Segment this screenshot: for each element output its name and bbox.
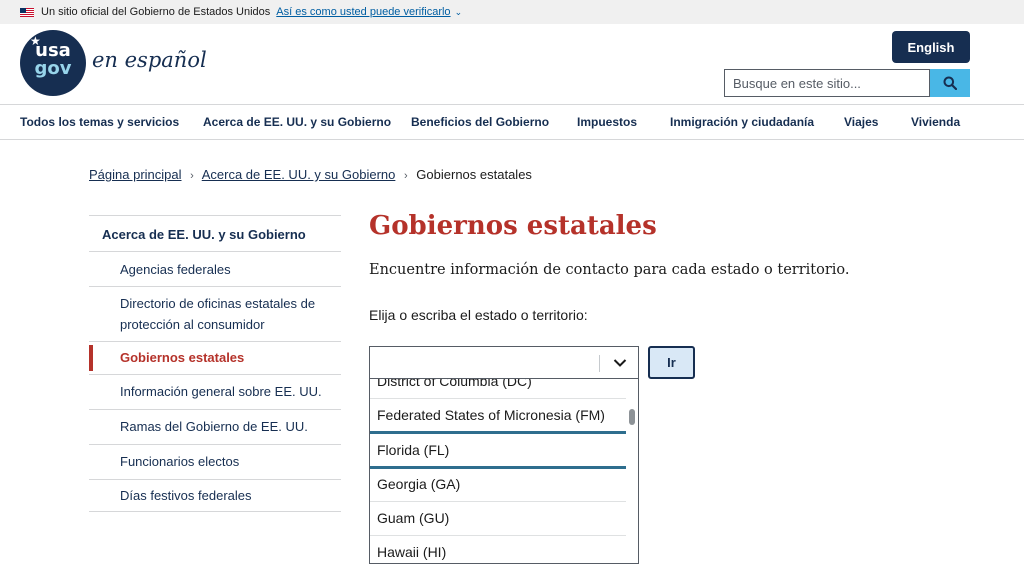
nav-item-inmigracion[interactable]: Inmigración y ciudadanía — [670, 115, 814, 129]
state-listbox[interactable]: District of Columbia (DC) Federated Stat… — [369, 379, 639, 564]
logo-line-gov: gov — [34, 58, 72, 79]
breadcrumb-link-acerca[interactable]: Acerca de EE. UU. y su Gobierno — [202, 167, 396, 182]
option-label: Hawaii (HI) — [377, 544, 447, 560]
sidenav-item-funcionarios[interactable]: Funcionarios electos — [89, 445, 341, 480]
list-item[interactable]: District of Columbia (DC) — [370, 379, 626, 399]
sidenav-item-agencias[interactable]: Agencias federales — [89, 252, 341, 287]
breadcrumb-link-home[interactable]: Página principal — [89, 167, 182, 182]
chevron-down-icon[interactable] — [613, 357, 627, 369]
sidenav-item-label: Directorio de oficinas estatales de — [120, 296, 316, 311]
sidenav-item-label: protección al consumidor — [120, 317, 265, 332]
option-label: Georgia (GA) — [377, 476, 461, 492]
sidenav-item-directorio[interactable]: Directorio de oficinas estatales de prot… — [89, 287, 341, 342]
sidenav-item-label: Funcionarios electos — [120, 454, 240, 469]
sidenav-item-label: Agencias federales — [120, 262, 231, 277]
state-select-label: Elija o escriba el estado o territorio: — [369, 307, 588, 323]
sidenav-item-label: Gobiernos estatales — [120, 350, 245, 365]
list-item[interactable]: Federated States of Micronesia (FM) — [370, 399, 626, 433]
nav-item-vivienda[interactable]: Vivienda — [911, 115, 960, 129]
gov-banner-text: Un sitio oficial del Gobierno de Estados… — [41, 6, 271, 18]
nav-item-acerca-de-eeuu[interactable]: Acerca de EE. UU. y su Gobierno — [203, 115, 391, 129]
option-label: Guam (GU) — [377, 510, 450, 526]
sidenav-item-ramas[interactable]: Ramas del Gobierno de EE. UU. — [89, 410, 341, 445]
breadcrumb: Página principal › Acerca de EE. UU. y s… — [89, 167, 532, 182]
option-label: Florida (FL) — [377, 442, 450, 458]
list-item-focused[interactable]: Florida (FL) — [370, 431, 626, 469]
sidenav-item-informacion-general[interactable]: Información general sobre EE. UU. — [89, 375, 341, 410]
nav-item-beneficios[interactable]: Beneficios del Gobierno — [411, 115, 549, 129]
sidenav-item-label: Días festivos federales — [120, 488, 252, 503]
nav-item-impuestos[interactable]: Impuestos — [577, 115, 637, 129]
sidenav-item-label: Información general sobre EE. UU. — [120, 384, 322, 399]
sidenav-item-label: Ramas del Gobierno de EE. UU. — [120, 419, 308, 434]
search-input[interactable] — [724, 69, 930, 97]
main-nav: Todos los temas y servicios Acerca de EE… — [0, 104, 1024, 140]
option-label: District of Columbia (DC) — [377, 379, 532, 389]
option-label: Federated States of Micronesia (FM) — [377, 407, 605, 423]
chevron-right-icon: › — [404, 170, 408, 182]
intro-text: Encuentre información de contacto para c… — [369, 262, 850, 278]
nav-item-todos-los-temas[interactable]: Todos los temas y servicios — [20, 115, 179, 129]
verify-link[interactable]: Así es como usted puede verificarlo — [276, 6, 450, 18]
usagov-logo[interactable]: ★ usa gov — [20, 30, 86, 96]
list-item[interactable]: Georgia (GA) — [370, 468, 626, 502]
gov-banner: Un sitio oficial del Gobierno de Estados… — [0, 0, 1024, 24]
page-title: Gobiernos estatales — [369, 211, 657, 241]
chevron-down-icon[interactable]: ⌄ — [455, 7, 463, 18]
breadcrumb-current: Gobiernos estatales — [416, 167, 532, 182]
submit-button[interactable]: Ir — [648, 346, 695, 379]
search-icon — [943, 76, 957, 90]
sidenav-item-dias-festivos[interactable]: Días festivos federales — [89, 480, 341, 512]
list-item[interactable]: Guam (GU) — [370, 502, 626, 536]
listbox-scrollbar[interactable] — [629, 409, 635, 425]
list-item[interactable]: Hawaii (HI) — [370, 536, 626, 563]
sidenav-heading[interactable]: Acerca de EE. UU. y su Gobierno — [89, 215, 341, 252]
search-button[interactable] — [930, 69, 970, 97]
state-combobox-input[interactable] — [369, 346, 639, 379]
us-flag-icon — [20, 7, 34, 17]
logo-tagline: en español — [92, 48, 207, 72]
sidenav-item-gobiernos-estatales[interactable]: Gobiernos estatales — [89, 342, 341, 375]
chevron-right-icon: › — [190, 170, 194, 182]
sidenav-heading-label: Acerca de EE. UU. y su Gobierno — [102, 227, 306, 242]
combo-divider — [599, 355, 600, 372]
nav-item-viajes[interactable]: Viajes — [844, 115, 878, 129]
english-language-button[interactable]: English — [892, 31, 970, 63]
